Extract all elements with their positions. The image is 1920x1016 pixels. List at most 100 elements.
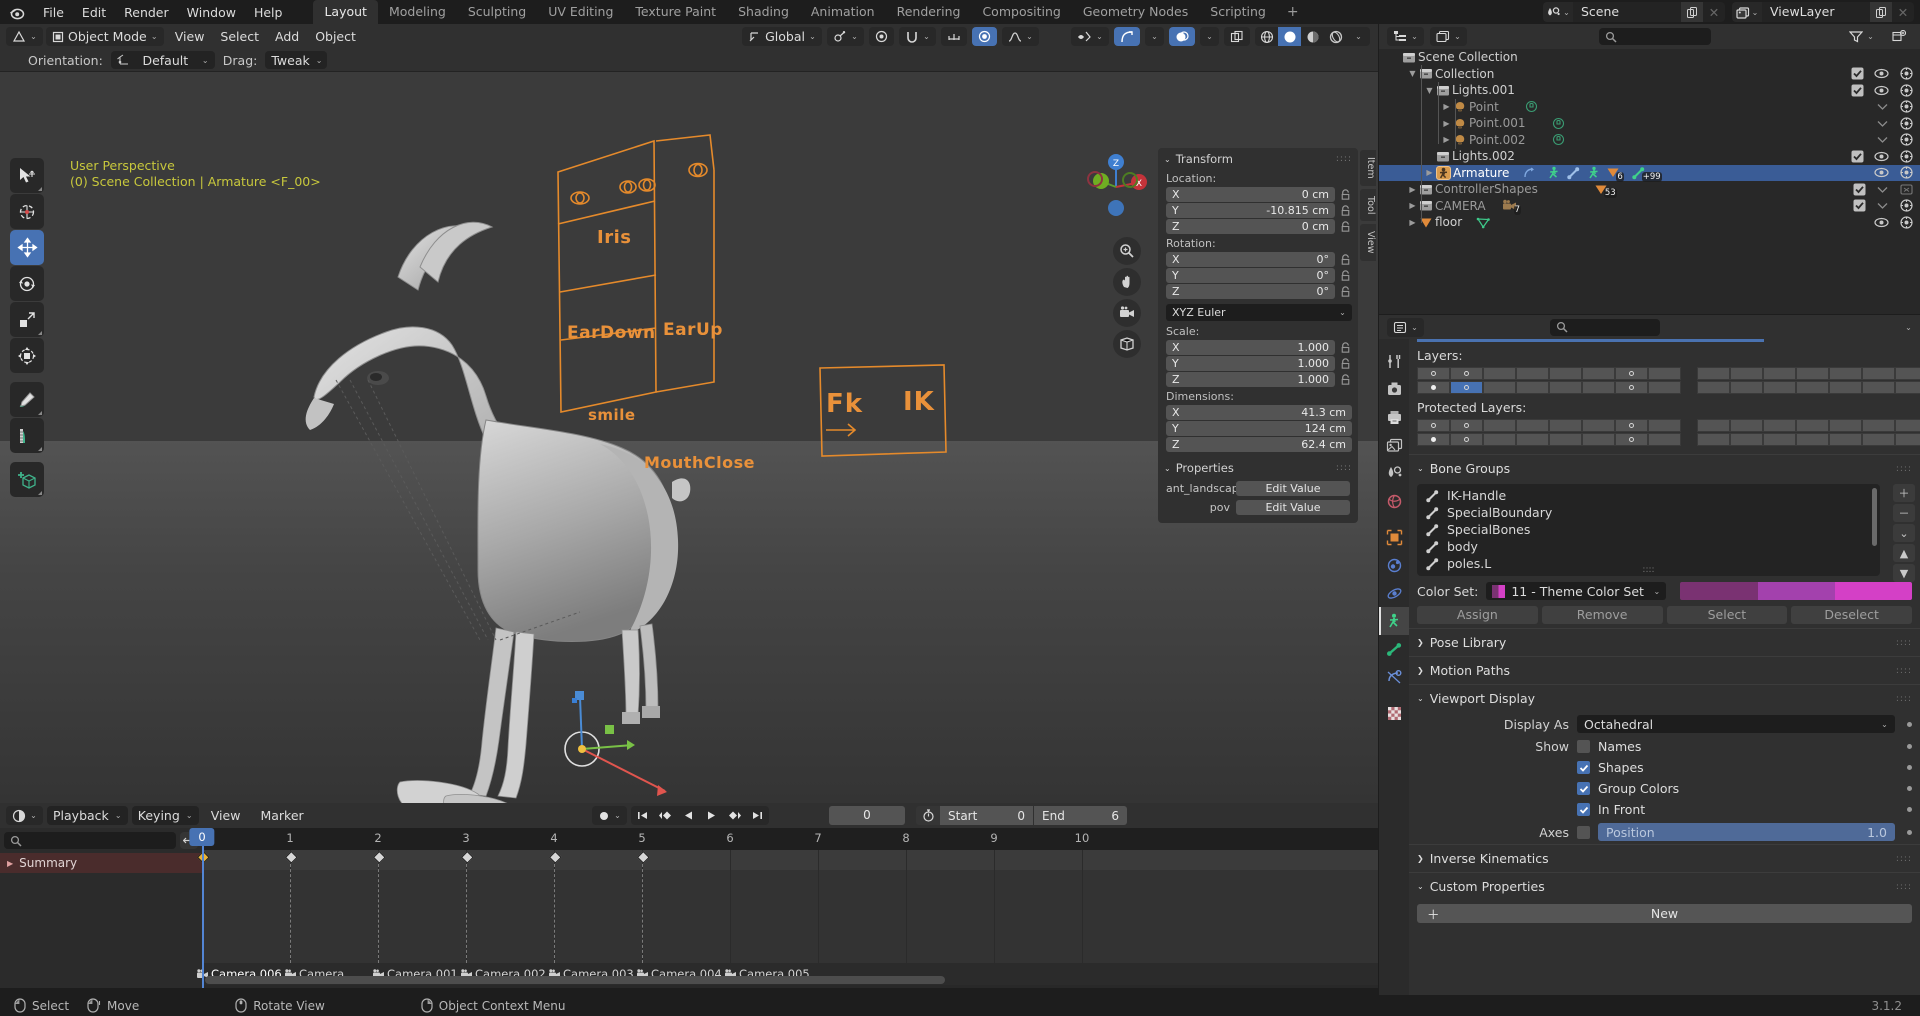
new-viewlayer-button[interactable] [1870, 2, 1892, 22]
move-bone-group-down-button[interactable]: ▼ [1893, 564, 1915, 582]
rotation-z-field[interactable]: Z 0° [1166, 284, 1335, 299]
outliner-row-scene collection[interactable]: Scene Collection [1379, 49, 1920, 66]
layer-cell[interactable] [1730, 433, 1763, 446]
camera-view-button[interactable] [1113, 299, 1141, 327]
drag-dropdown[interactable]: Tweak ⌄ [265, 51, 328, 69]
rotation-x-field[interactable]: X 0° [1166, 252, 1335, 267]
navigation-gizmo[interactable]: Z X [1079, 150, 1153, 224]
layer-cell[interactable] [1450, 381, 1483, 394]
animate-axes-icon[interactable] [1907, 829, 1912, 835]
outliner-row-toggles[interactable] [1874, 216, 1914, 229]
scene-tab[interactable] [1379, 459, 1409, 487]
bone-group-specials-button[interactable]: ⌄ [1893, 524, 1915, 542]
axes-checkbox[interactable] [1577, 825, 1590, 839]
inverse-kinematics-header[interactable]: ❯ Inverse Kinematics :::: [1409, 845, 1920, 872]
snap-magnet-icon[interactable]: ⌄ [899, 27, 936, 46]
play-button[interactable] [700, 806, 723, 825]
use-preview-range-icon[interactable] [916, 806, 940, 825]
proportional-edit-toggle[interactable] [869, 27, 894, 46]
layer-cell[interactable] [1549, 367, 1582, 380]
unlink-scene-button[interactable]: ✕ [1703, 2, 1725, 22]
xray-toggle[interactable] [1224, 27, 1250, 46]
inverse-kinematics-section[interactable]: ❯ Inverse Kinematics :::: [1409, 844, 1920, 872]
transform-panel-header[interactable]: ⌄ Transform :::: [1158, 148, 1358, 170]
timeline-horizontal-scrollbar[interactable] [205, 976, 945, 984]
layer-cell[interactable] [1730, 419, 1763, 432]
outliner-row-armature[interactable]: ▶ Armature 6 +99 [1379, 164, 1920, 182]
add-bone-group-button[interactable]: ＋ [1893, 484, 1915, 502]
play-reverse-button[interactable] [677, 806, 700, 825]
checkbox-group-colors[interactable] [1577, 782, 1590, 795]
outliner-row-toggles[interactable] [1851, 150, 1914, 163]
location-z-field[interactable]: Z 0 cm [1166, 219, 1335, 234]
outliner-row-toggles[interactable] [1876, 133, 1914, 146]
location-y-field[interactable]: Y -10.815 cm [1166, 203, 1335, 218]
workspace-tab-compositing[interactable]: Compositing [971, 0, 1071, 24]
outliner-tree[interactable]: Scene Collection ▼ Collection ▼ Lights.001 ▶ P… [1379, 49, 1920, 231]
object-tab[interactable] [1379, 523, 1409, 551]
layer-cell[interactable] [1697, 381, 1730, 394]
playback-menu[interactable]: Playback ⌄ [47, 806, 128, 825]
overlay-options[interactable]: ⌄ [1200, 27, 1219, 46]
rotation-y-field[interactable]: Y 0° [1166, 268, 1335, 283]
expand-toggle[interactable]: ▼ [1406, 69, 1419, 78]
layer-cell[interactable] [1796, 381, 1829, 394]
toggle-orthographic-button[interactable] [1113, 330, 1141, 358]
outliner-row-lights-002[interactable]: Lights.002 [1379, 148, 1920, 165]
expand-toggle[interactable]: ▶ [1406, 218, 1419, 227]
layer-cell[interactable] [1648, 381, 1681, 394]
scale-y-field[interactable]: Y 1.000 [1166, 356, 1335, 371]
scale-x-lock-icon[interactable] [1339, 341, 1352, 354]
view-layer-tab[interactable] [1379, 431, 1409, 459]
layer-cell[interactable] [1483, 381, 1516, 394]
workspace-tab-shading[interactable]: Shading [727, 0, 800, 24]
outliner-editor[interactable]: ⌄ ⌄ ⌄ Scene Collection ▼ Collection ▼ Lights… [1379, 24, 1920, 314]
timeline-editor[interactable]: ▶ Summary 012345678910 Camera.006CameraC… [0, 828, 1378, 988]
texture-tab[interactable] [1379, 699, 1409, 727]
layer-cell[interactable] [1796, 419, 1829, 432]
layer-cell[interactable] [1549, 433, 1582, 446]
scale-x-field[interactable]: X 1.000 [1166, 340, 1335, 355]
channel-search-input[interactable] [4, 832, 176, 849]
properties-editor[interactable]: ⌄ ⌄ Layers: Protected Layers: ⌄ Bone Gro… [1379, 315, 1920, 995]
timeline-editor-type[interactable]: ⌄ [6, 806, 43, 825]
layer-cell[interactable] [1829, 367, 1862, 380]
bone-group-items[interactable]: IK-Handle SpecialBoundary SpecialBones body… [1417, 487, 1880, 572]
layer-cell[interactable] [1483, 433, 1516, 446]
snap-increment-icon[interactable] [941, 27, 967, 46]
bone-groups-list[interactable]: IK-Handle SpecialBoundary SpecialBones body… [1417, 484, 1880, 576]
expand-toggle[interactable]: ▶ [1440, 102, 1453, 111]
layer-cell[interactable] [1516, 367, 1549, 380]
dimension-y-field[interactable]: Y 124 cm [1166, 421, 1352, 436]
remove-viewlayer-button[interactable]: ✕ [1892, 2, 1914, 22]
render-tab[interactable] [1379, 375, 1409, 403]
viewport-display-checkboxes[interactable]: Show Names Shapes Group Colors In Front [1409, 736, 1920, 820]
start-frame-field[interactable]: Start 0 [940, 806, 1033, 825]
viewlayer-selector[interactable]: ⌄ ViewLayer ✕ [1732, 2, 1914, 22]
scale-z-field[interactable]: Z 1.000 [1166, 372, 1335, 387]
workspace-tab-uv-editing[interactable]: UV Editing [537, 0, 624, 24]
gizmo-options[interactable]: ⌄ [1145, 27, 1164, 46]
layer-cell[interactable] [1763, 381, 1796, 394]
location-x-field[interactable]: X 0 cm [1166, 187, 1335, 202]
rotation-mode-dropdown[interactable]: XYZ Euler ⌄ [1166, 304, 1352, 321]
layer-cell[interactable] [1615, 419, 1648, 432]
menu-file[interactable]: File [34, 3, 73, 22]
motion-paths-header[interactable]: ❯ Motion Paths :::: [1409, 657, 1920, 684]
outliner-row-point-002[interactable]: ▶ Point.002 [1379, 132, 1920, 149]
menu-edit[interactable]: Edit [73, 3, 115, 22]
add-cube-tool[interactable] [10, 462, 44, 497]
workspace-tab-modeling[interactable]: Modeling [378, 0, 457, 24]
location-z-lock-icon[interactable] [1339, 220, 1352, 233]
layer-cell[interactable] [1516, 381, 1549, 394]
expand-toggle[interactable]: ▶ [1440, 119, 1453, 128]
move-gizmo[interactable] [545, 687, 675, 803]
bone-tab[interactable] [1379, 635, 1409, 663]
outliner-row-toggles[interactable] [1853, 199, 1914, 212]
bone-group-item-ik-handle[interactable]: IK-Handle [1417, 487, 1880, 504]
scale-z-lock-icon[interactable] [1339, 373, 1352, 386]
falloff-curve-icon[interactable]: ⌄ [1002, 27, 1039, 46]
protected-layers-grid[interactable] [1409, 419, 1920, 446]
custom-properties-header[interactable]: ⌄ Custom Properties :::: [1409, 873, 1920, 900]
layer-cell[interactable] [1516, 433, 1549, 446]
